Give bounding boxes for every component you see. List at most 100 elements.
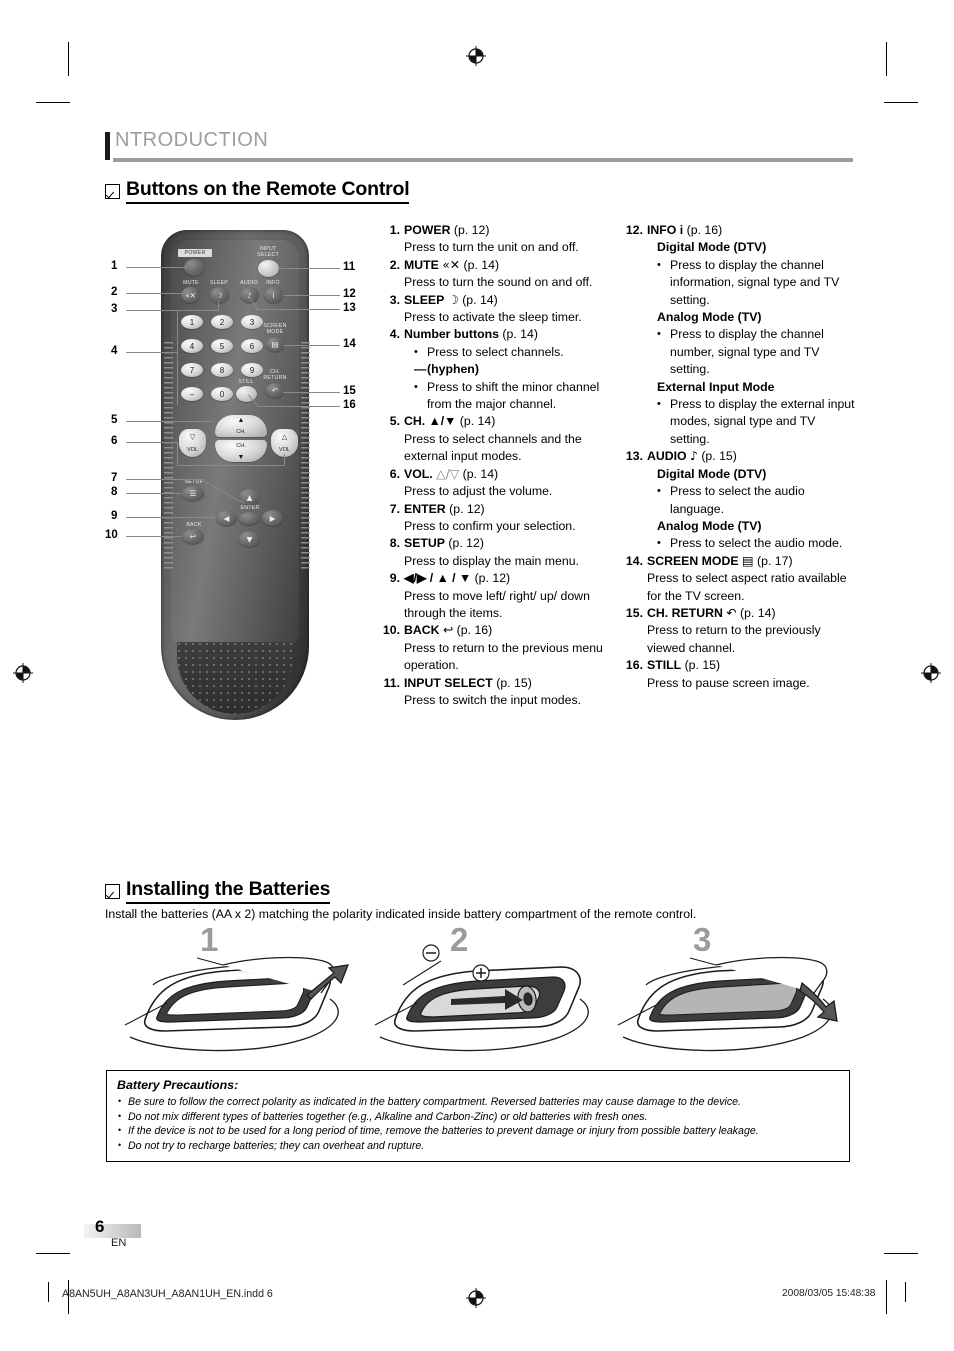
item-page-ref: (p. 14): [459, 466, 499, 481]
item-bullet: • Press to display the channel number, s…: [657, 326, 855, 378]
volume-up-button[interactable]: △ VOL: [271, 429, 298, 457]
number-button-1[interactable]: 1: [181, 315, 203, 329]
item-subheading: External Input Mode: [657, 379, 775, 394]
battery-step-2: 2: [355, 921, 605, 1060]
number-button-4[interactable]: 4: [181, 339, 203, 353]
number-button-label: 8: [219, 365, 225, 375]
enter-button[interactable]: [239, 512, 260, 525]
number-button-label: –: [189, 389, 195, 399]
item-page-ref: (p. 14): [736, 605, 776, 620]
item-page-ref: (p. 16): [453, 623, 493, 638]
item-page-ref: (p. 16): [683, 223, 723, 237]
nav-right-button[interactable]: ▶: [262, 510, 283, 526]
list-item: 6. VOL. △/▽ (p. 14) Press to adjust the …: [374, 466, 604, 501]
mute-button[interactable]: «✕: [181, 287, 200, 303]
enter-label: ENTER: [240, 505, 260, 511]
item-bullet: • Press to display the channel informati…: [657, 257, 855, 309]
number-button-label: 1: [189, 317, 195, 327]
back-icon: ↩: [189, 532, 197, 541]
callout-3: 3: [111, 303, 118, 315]
item-number: 3.: [389, 292, 400, 307]
number-button-5[interactable]: 5: [211, 339, 233, 353]
callout-14: 14: [343, 338, 356, 350]
volume-down-button[interactable]: ▽ VOL: [179, 429, 206, 457]
chapter-rule: [113, 158, 853, 162]
callout-1: 1: [111, 260, 118, 272]
back-icon: ↩: [442, 623, 454, 638]
setup-button[interactable]: ☰: [182, 486, 204, 501]
number-button-hyphen[interactable]: –: [181, 387, 203, 401]
item-number: 11.: [383, 675, 400, 690]
item-number: 13.: [625, 449, 643, 464]
input-select-button[interactable]: [258, 260, 279, 277]
nav-down-button[interactable]: ▼: [239, 531, 260, 547]
item-description: Press to switch the input modes.: [404, 692, 582, 707]
number-button-2[interactable]: 2: [211, 315, 233, 329]
list-item: 1. POWER (p. 12) Press to turn the unit …: [374, 222, 604, 257]
precaution-item: If the device is not to be used for a lo…: [117, 1123, 839, 1139]
number-button-label: 5: [219, 341, 225, 351]
leader-line-3: [126, 310, 218, 312]
back-button[interactable]: ↩: [182, 529, 204, 544]
item-page-ref: (p. 12): [445, 501, 485, 516]
nav-left-button[interactable]: ◀: [216, 510, 237, 526]
ch-up-button[interactable]: ▲ CH.: [215, 415, 267, 437]
item-number: 7.: [389, 501, 400, 516]
item-title: INPUT SELECT: [404, 675, 493, 690]
callout-7: 7: [111, 472, 118, 484]
item-body: ◀/▶ / ▲ / ▼ (p. 12) Press to move left/ …: [404, 570, 604, 622]
list-item: 15. CH. RETURN ↶ (p. 14) Press to return…: [617, 605, 855, 657]
number-button-7[interactable]: 7: [181, 363, 203, 377]
battery-step-2-illustration: [374, 944, 589, 1052]
item-bullet: • Press to select the audio language.: [657, 483, 855, 518]
ch-down-button[interactable]: CH. ▼: [215, 440, 267, 462]
number-button-label: 4: [189, 341, 195, 351]
audio-button[interactable]: ♪: [240, 287, 259, 303]
screen-mode-label-line2: MODE: [266, 329, 284, 335]
polarity-minus-icon: [422, 944, 440, 962]
item-bullet: • Press to shift the minor channel from …: [414, 379, 604, 414]
item-description: Press to move left/ right/ up/ down thro…: [404, 588, 590, 620]
info-button[interactable]: i: [264, 287, 283, 303]
leader-line-6: [126, 442, 178, 444]
volume-icon: △/▽: [436, 466, 460, 481]
ch-return-button[interactable]: ↶: [266, 383, 284, 398]
bullet-text: Press to shift the minor channel from th…: [427, 379, 600, 412]
number-button-6[interactable]: 6: [241, 339, 263, 353]
number-button-label: 2: [219, 317, 225, 327]
crop-mark-right-upper: [884, 102, 918, 104]
item-body: SETUP (p. 12) Press to display the main …: [404, 535, 604, 570]
bullet-text: Press to select channels.: [427, 344, 564, 359]
leader-line-11: [278, 268, 340, 270]
item-page-ref: (p. 12): [450, 223, 490, 237]
item-bullet: • Press to display the external input mo…: [657, 396, 855, 448]
bullet-dot: •: [657, 328, 661, 341]
precaution-item: Do not try to recharge batteries; they c…: [117, 1138, 839, 1154]
nav-right-icon: ▶: [269, 513, 276, 523]
item-body: BACK ↩ (p. 16) Press to return to the pr…: [404, 622, 604, 674]
screen-mode-icon: ▤: [741, 553, 754, 568]
section-title-remote: Buttons on the Remote Control: [126, 178, 410, 204]
page-language: EN: [111, 1237, 127, 1249]
bullet-text: Press to display the channel number, sig…: [670, 327, 824, 377]
leader-line-6-v: [177, 442, 179, 466]
sleep-button[interactable]: ☽: [210, 287, 229, 303]
item-title: CH. ▲/▼: [404, 414, 457, 429]
callout-13: 13: [343, 302, 356, 314]
list-item: 11. INPUT SELECT (p. 15) Press to switch…: [374, 675, 604, 710]
crop-mark-right-lower: [884, 1253, 918, 1255]
precaution-item: Be sure to follow the correct polarity a…: [117, 1094, 839, 1110]
back-label: BACK: [186, 522, 202, 528]
item-subheading: Analog Mode (TV): [657, 310, 762, 325]
ch-down-label: CH.: [236, 443, 246, 449]
section-title-batteries: Installing the Batteries: [126, 878, 331, 904]
list-item: 10. BACK ↩ (p. 16) Press to return to th…: [374, 622, 604, 674]
screen-mode-button[interactable]: ▤: [266, 337, 284, 352]
number-button-8[interactable]: 8: [211, 363, 233, 377]
mute-icon: «✕: [442, 257, 461, 272]
number-button-0[interactable]: 0: [211, 387, 233, 401]
item-number: 1.: [389, 223, 400, 237]
item-description: Press to turn the unit on and off.: [404, 240, 579, 255]
item-description: Press to return to the previously viewed…: [647, 623, 821, 655]
battery-steps: 1 2 3: [105, 921, 855, 1060]
